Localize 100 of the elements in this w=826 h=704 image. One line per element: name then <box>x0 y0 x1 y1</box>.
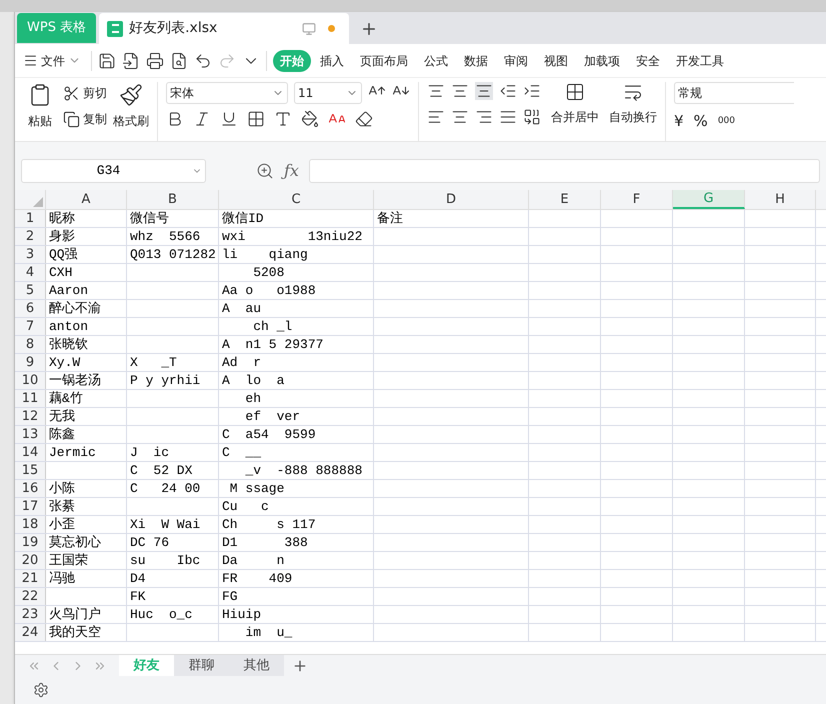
row-header[interactable]: 21 <box>15 570 46 587</box>
table-cell: A lo a <box>222 372 284 390</box>
table-cell: 张晓钦 <box>49 336 88 354</box>
table-cell: 藕&竹 <box>49 390 83 408</box>
align-left-icon[interactable] <box>427 108 445 126</box>
thousands-button[interactable]: 000 <box>718 114 735 128</box>
border-icon[interactable] <box>247 110 265 128</box>
column-header[interactable]: D <box>374 190 529 209</box>
menu-tab[interactable]: 页面布局 <box>353 52 415 70</box>
zoom-icon[interactable] <box>256 162 274 180</box>
table-cell-text: _v -888 888888 <box>244 462 362 480</box>
menu-tab[interactable]: 安全 <box>629 52 667 70</box>
table-cell: Q013 071282 <box>130 246 216 264</box>
wrap-text-button[interactable]: 自动换行 <box>609 82 657 141</box>
column-header[interactable]: B <box>127 190 219 209</box>
menu-tab[interactable]: 开发工具 <box>669 52 731 70</box>
row-header[interactable]: 6 <box>15 300 46 317</box>
fill-color-icon[interactable] <box>301 110 319 128</box>
menu-tab[interactable]: 加载项 <box>577 52 627 70</box>
table-cell: A au <box>222 300 262 318</box>
row-header[interactable]: 10 <box>15 372 46 389</box>
row-header[interactable]: 1 <box>15 210 46 227</box>
name-box[interactable]: G34 <box>21 159 206 183</box>
underline-icon[interactable] <box>220 110 238 128</box>
number-format-select[interactable]: 常规 <box>674 82 794 104</box>
sheet-tab[interactable]: 群聊 <box>174 654 229 676</box>
print-icon[interactable] <box>146 52 164 70</box>
file-menu[interactable]: 文件 <box>23 52 85 70</box>
table-cell: 王国荣 <box>49 552 88 570</box>
row-header[interactable]: 5 <box>15 282 46 299</box>
paste-button[interactable]: 粘贴 <box>23 82 57 141</box>
currency-button[interactable]: ¥ <box>674 110 684 132</box>
column-header[interactable]: H <box>745 190 816 209</box>
row-header[interactable]: 23 <box>15 606 46 623</box>
menu-tab[interactable]: 视图 <box>537 52 575 70</box>
row-header[interactable]: 3 <box>15 246 46 263</box>
macro-icon[interactable] <box>33 682 49 698</box>
table-cell: 小歪 <box>49 516 75 534</box>
row-header[interactable]: 12 <box>15 408 46 425</box>
font-select[interactable]: 宋体 <box>166 82 288 104</box>
format-painter-button[interactable]: 格式刷 <box>113 82 149 141</box>
table-cell: FR 409 <box>222 570 292 588</box>
row-header[interactable]: 15 <box>15 462 46 479</box>
indent-icon[interactable] <box>523 82 541 100</box>
menu-tab[interactable]: 公式 <box>417 52 455 70</box>
copy-button[interactable]: 复制 <box>63 110 107 128</box>
row-header[interactable]: 14 <box>15 444 46 461</box>
eraser-icon[interactable] <box>355 110 373 128</box>
save-icon[interactable] <box>98 52 116 70</box>
row-header[interactable]: 16 <box>15 480 46 497</box>
export-icon[interactable] <box>122 52 140 70</box>
sheet-tab[interactable]: 其他 <box>229 654 284 676</box>
table-cell: CXH <box>49 264 72 282</box>
table-cell: 我的天空 <box>49 624 101 642</box>
row-header[interactable]: 17 <box>15 498 46 515</box>
add-sheet-icon[interactable] <box>292 658 308 674</box>
table-cell: D4 <box>130 570 146 588</box>
table-cell: 莫忘初心 <box>49 534 101 552</box>
document-tab[interactable]: 好友列表.xlsx <box>99 13 350 44</box>
spreadsheet-icon <box>107 20 124 36</box>
row-header[interactable]: 2 <box>15 228 46 245</box>
row-header[interactable]: 13 <box>15 426 46 443</box>
table-cell: DC 76 <box>130 534 170 552</box>
row-header[interactable]: 9 <box>15 354 46 371</box>
row-header[interactable]: 8 <box>15 336 46 353</box>
align-middle-icon[interactable] <box>451 82 469 100</box>
menu-tab[interactable]: 插入 <box>313 52 351 70</box>
formula-field[interactable] <box>308 159 820 183</box>
justify-icon[interactable] <box>499 108 517 126</box>
font-size-select[interactable]: 11 <box>294 82 362 104</box>
align-top-icon[interactable] <box>427 82 445 100</box>
menu-tab[interactable]: 数据 <box>457 52 495 70</box>
copy-icon <box>63 110 80 128</box>
table-cell-text: ch _l <box>252 318 292 336</box>
table-cell: Cu c <box>222 498 269 516</box>
row-header[interactable]: 22 <box>15 588 46 605</box>
align-bottom-icon[interactable] <box>475 82 493 100</box>
align-center-icon[interactable] <box>451 108 469 126</box>
row-header[interactable]: 11 <box>15 390 46 407</box>
row-header[interactable]: 19 <box>15 534 46 551</box>
percent-button[interactable]: % <box>694 110 708 132</box>
align-right-icon[interactable] <box>475 108 493 126</box>
row-header[interactable]: 18 <box>15 516 46 533</box>
column-header[interactable]: C <box>219 190 374 209</box>
menu-tab[interactable]: 审阅 <box>497 52 535 70</box>
print-preview-icon[interactable] <box>170 52 188 70</box>
table-cell: su Ibc <box>130 552 200 570</box>
cut-button[interactable]: 剪切 <box>63 84 107 102</box>
column-header[interactable]: A <box>46 190 127 209</box>
undo-icon[interactable] <box>194 52 212 70</box>
row-header[interactable]: 20 <box>15 552 46 569</box>
table-cell-text: ef ver <box>244 408 300 426</box>
table-cell: Jermic <box>49 444 96 462</box>
row-header[interactable]: 4 <box>15 264 46 281</box>
table-cell-text: M ssage <box>228 480 284 498</box>
row-header[interactable]: 24 <box>15 624 46 641</box>
merge-center-button[interactable]: 合并居中 <box>551 82 599 141</box>
outdent-icon[interactable] <box>499 82 517 100</box>
column-header[interactable]: E <box>529 190 601 209</box>
row-header[interactable]: 7 <box>15 318 46 335</box>
